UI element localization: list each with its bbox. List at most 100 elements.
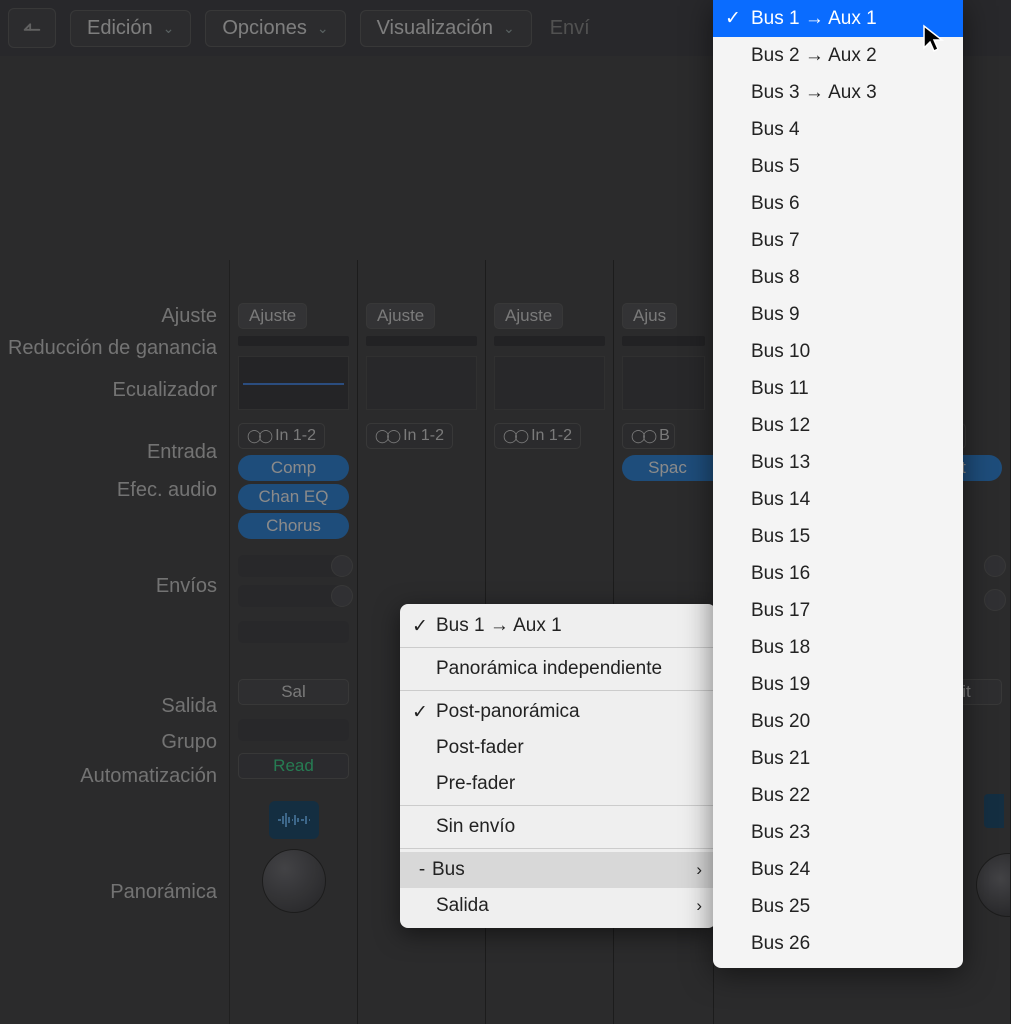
label-eq: Ecualizador xyxy=(0,364,229,428)
bus-menu-item[interactable]: Bus 16 xyxy=(713,555,963,592)
ctx-item-post-fader[interactable]: Post-fader xyxy=(400,730,716,766)
label-pan: Panorámica xyxy=(0,850,229,920)
bus-menu-item[interactable]: Bus 11 xyxy=(713,370,963,407)
ctx-label: Pre-fader xyxy=(436,773,515,795)
automation-mode[interactable]: Read xyxy=(238,753,349,779)
stereo-icon: ◯◯ xyxy=(631,428,654,444)
ctx-item-pre-fader[interactable]: Pre-fader xyxy=(400,766,716,802)
bus-menu-item[interactable]: Bus 25 xyxy=(713,888,963,925)
output-slot[interactable]: Sal xyxy=(238,679,349,705)
waveform-icon-button[interactable] xyxy=(984,794,1004,828)
bus-menu-label: Bus 4 xyxy=(751,119,800,141)
group-slot[interactable] xyxy=(238,719,349,741)
setting-button[interactable]: Ajuste xyxy=(238,303,307,329)
bus-menu-label: Bus 25 xyxy=(751,896,810,918)
eq-thumbnail[interactable] xyxy=(366,356,477,410)
chevron-right-icon: › xyxy=(696,860,702,880)
check-icon: ✓ xyxy=(412,615,436,638)
ctx-item-post-pan[interactable]: ✓ Post-panorámica xyxy=(400,694,716,730)
send-level-knob[interactable] xyxy=(331,585,353,607)
bus-menu-label: Bus 6 xyxy=(751,193,800,215)
input-slot[interactable]: ◯◯ In 1-2 xyxy=(494,423,581,449)
label-input: Entrada xyxy=(0,434,229,474)
fx-space-designer[interactable]: Spac xyxy=(622,455,713,481)
bus-menu-item[interactable]: Bus 17 xyxy=(713,592,963,629)
bus-menu-label: Bus 16 xyxy=(751,563,810,585)
eq-thumbnail[interactable] xyxy=(238,356,349,410)
label-wave xyxy=(0,802,229,850)
input-label: In 1-2 xyxy=(531,427,572,445)
bus-menu-item[interactable]: Bus 8 xyxy=(713,259,963,296)
bus-menu-item[interactable]: Bus 20 xyxy=(713,703,963,740)
bus-menu-label: Bus 20 xyxy=(751,711,810,733)
bus-menu-item[interactable]: Bus 14 xyxy=(713,481,963,518)
row-labels-column: Ajuste Reducción de ganancia Ecualizador… xyxy=(0,260,230,1024)
bus-menu-item[interactable]: Bus 21 xyxy=(713,740,963,777)
bus-menu-label: Bus 1 → Aux 1 xyxy=(751,8,877,30)
bus-menu-label: Bus 19 xyxy=(751,674,810,696)
bus-menu-item[interactable]: Bus 18 xyxy=(713,629,963,666)
ctx-item-bus1-aux1[interactable]: ✓ Bus 1 → Aux 1 xyxy=(400,608,716,644)
send-slot[interactable] xyxy=(238,621,349,643)
view-menu[interactable]: Visualización ⌄ xyxy=(360,10,532,47)
bus-menu-item[interactable]: Bus 15 xyxy=(713,518,963,555)
eq-thumbnail[interactable] xyxy=(622,356,705,410)
waveform-icon-button[interactable] xyxy=(269,801,319,839)
bus-menu-item[interactable]: Bus 23 xyxy=(713,814,963,851)
send-level-knob[interactable] xyxy=(984,555,1006,577)
setting-button[interactable]: Ajus xyxy=(622,303,677,329)
bus-menu-item[interactable]: Bus 7 xyxy=(713,222,963,259)
bus-menu-item[interactable]: Bus 24 xyxy=(713,851,963,888)
bus-menu-item[interactable]: Bus 6 xyxy=(713,185,963,222)
fx-chorus[interactable]: Chorus xyxy=(238,513,349,539)
send-level-knob[interactable] xyxy=(984,589,1006,611)
input-label: In 1-2 xyxy=(403,427,444,445)
bus-menu-item[interactable]: Bus 13 xyxy=(713,444,963,481)
options-menu[interactable]: Opciones ⌄ xyxy=(205,10,345,47)
back-up-button[interactable] xyxy=(8,8,56,48)
ctx-label: Panorámica independiente xyxy=(436,658,662,680)
bus-menu-item[interactable]: Bus 5 xyxy=(713,148,963,185)
bus-menu-item[interactable]: Bus 4 xyxy=(713,111,963,148)
bus-menu-item[interactable]: Bus 3 → Aux 3 xyxy=(713,74,963,111)
bus-menu-label: Bus 21 xyxy=(751,748,810,770)
ctx-item-pan-independent[interactable]: Panorámica independiente xyxy=(400,651,716,687)
stereo-icon: ◯◯ xyxy=(503,428,526,444)
input-slot[interactable]: ◯◯ In 1-2 xyxy=(366,423,453,449)
send-level-knob[interactable] xyxy=(331,555,353,577)
label-group: Grupo xyxy=(0,730,229,764)
stereo-icon: ◯◯ xyxy=(247,428,270,444)
bus-menu-label: Bus 13 xyxy=(751,452,810,474)
bus-menu-item[interactable]: Bus 22 xyxy=(713,777,963,814)
ctx-item-output-submenu[interactable]: Salida › xyxy=(400,888,716,924)
eq-thumbnail[interactable] xyxy=(494,356,605,410)
setting-button[interactable]: Ajuste xyxy=(494,303,563,329)
input-slot[interactable]: ◯◯ B xyxy=(622,423,675,449)
automation-label: Read xyxy=(273,756,314,776)
ctx-item-no-send[interactable]: Sin envío xyxy=(400,809,716,845)
bus-menu-item[interactable]: Bus 9 xyxy=(713,296,963,333)
pan-knob[interactable] xyxy=(262,849,326,913)
chevron-down-icon: ⌄ xyxy=(503,20,515,37)
bus-menu-item[interactable]: Bus 12 xyxy=(713,407,963,444)
ctx-item-bus-submenu[interactable]: - Bus › xyxy=(400,852,716,888)
label-output: Salida xyxy=(0,694,229,730)
fx-comp[interactable]: Comp xyxy=(238,455,349,481)
bus-menu-label: Bus 22 xyxy=(751,785,810,807)
bus-menu-label: Bus 3 → Aux 3 xyxy=(751,82,877,104)
bus-menu-label: Bus 23 xyxy=(751,822,810,844)
bus-menu-item[interactable]: Bus 2 → Aux 2 xyxy=(713,37,963,74)
edit-menu[interactable]: Edición ⌄ xyxy=(70,10,191,47)
bus-menu-item[interactable]: Bus 19 xyxy=(713,666,963,703)
bus-menu-item[interactable]: ✓Bus 1 → Aux 1 xyxy=(713,0,963,37)
label-gain-reduction: Reducción de ganancia xyxy=(0,336,229,364)
bus-menu-label: Bus 15 xyxy=(751,526,810,548)
pan-knob[interactable] xyxy=(976,853,1010,917)
fx-chan-eq[interactable]: Chan EQ xyxy=(238,484,349,510)
setting-button[interactable]: Ajuste xyxy=(366,303,435,329)
bus-menu-item[interactable]: Bus 10 xyxy=(713,333,963,370)
bus-menu-label: Bus 24 xyxy=(751,859,810,881)
input-slot[interactable]: ◯◯ In 1-2 xyxy=(238,423,325,449)
menu-separator xyxy=(400,805,716,806)
bus-menu-item[interactable]: Bus 26 xyxy=(713,925,963,962)
